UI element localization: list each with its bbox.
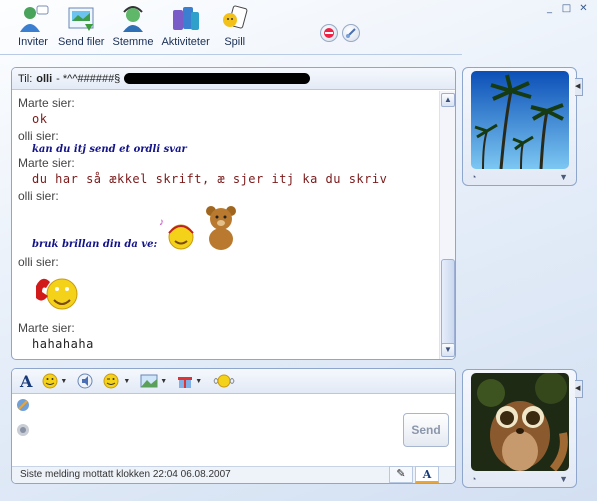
speaker-icon: [77, 373, 93, 389]
toolbar-separator: [0, 54, 462, 64]
message-sender: Marte sier:: [18, 156, 75, 170]
font-icon: A: [20, 371, 33, 391]
contact-picture-frame: ◔ ▼ ◀: [462, 67, 583, 186]
message-sender: olli sier:: [18, 189, 59, 203]
block-icon[interactable]: [320, 24, 338, 42]
message-text: ok: [32, 112, 48, 126]
contact-menu-icon[interactable]: ◔: [471, 172, 476, 182]
text-mode-tab[interactable]: A: [415, 466, 439, 483]
input-mode-tabs: ✎ A: [389, 466, 439, 483]
scroll-thumb[interactable]: [441, 259, 455, 349]
music-smiley-icon: ♪: [157, 211, 201, 254]
compose-side-icons: [15, 397, 31, 441]
activities-button[interactable]: Aktiviteter: [161, 4, 210, 48]
voice-label: Stemme: [112, 36, 154, 48]
to-label: Til:: [18, 72, 33, 85]
font-button[interactable]: A: [20, 372, 32, 391]
minimize-button[interactable]: _: [542, 3, 557, 16]
voice-clip-button[interactable]: [77, 373, 93, 389]
compose-toolbar: A ▼ ▼ ▼ ▼: [12, 369, 455, 394]
background-icon[interactable]: [342, 24, 360, 42]
message-text: du har så ækkel skrift, æ sjer itj ka du…: [32, 172, 388, 186]
teddy-bear-icon: [201, 203, 241, 254]
games-button[interactable]: Spill: [218, 4, 252, 48]
invite-icon: [16, 4, 50, 34]
send-button[interactable]: Send: [403, 413, 449, 447]
redacted-area: [124, 73, 311, 84]
contact-status: - *^^######§: [56, 72, 121, 85]
voice-button[interactable]: Stemme: [112, 4, 153, 48]
close-button[interactable]: ✕: [576, 3, 591, 16]
handwriting-mode-tab[interactable]: ✎: [389, 466, 413, 483]
window-controls: _ □ ✕: [542, 3, 591, 16]
emoticon-row: [18, 270, 433, 320]
nudge-icon: [213, 374, 235, 388]
handwriting-row: bruk brillan din da ve: ♪: [18, 204, 433, 254]
activities-icon: [169, 4, 203, 34]
games-label: Spill: [224, 36, 246, 48]
games-icon: [218, 4, 252, 34]
send-files-button[interactable]: Send filer: [58, 4, 104, 48]
smiley-icon: [42, 373, 58, 389]
message-sender: olli sier:: [18, 255, 59, 269]
background-picker-button[interactable]: ▼: [140, 374, 167, 388]
scroll-down-button[interactable]: ▼: [441, 343, 455, 357]
contact-name[interactable]: olli: [36, 73, 52, 85]
message-sender: olli sier:: [18, 129, 59, 143]
own-display-picture[interactable]: [471, 373, 569, 471]
own-menu-icon[interactable]: ◔: [471, 474, 476, 484]
emoticon-button[interactable]: ▼: [42, 373, 67, 389]
handwriting-pen-icon[interactable]: [15, 397, 31, 416]
contact-display-picture[interactable]: [471, 71, 569, 169]
last-message-status: Siste melding mottatt klokken 22:04 06.0…: [20, 469, 231, 480]
collapse-arrow-icon[interactable]: ◀: [575, 78, 583, 96]
ink-icon[interactable]: [15, 422, 31, 441]
to-bar: Til: olli - *^^######§: [12, 68, 455, 90]
handwriting-message: kan du itj send et ordli svar: [32, 144, 187, 155]
handwriting-message: bruk brillan din da ve:: [32, 239, 158, 250]
nudge-button[interactable]: [212, 373, 236, 389]
scroll-up-button[interactable]: ▲: [441, 93, 455, 107]
message-sender: Marte sier:: [18, 96, 75, 110]
gift-icon: [178, 377, 193, 388]
invite-button[interactable]: Inviter: [16, 4, 50, 48]
svg-text:♪: ♪: [159, 217, 164, 228]
wink-button[interactable]: ▼: [103, 373, 130, 389]
voice-icon: [116, 4, 150, 34]
chevron-down-icon[interactable]: ▼: [559, 172, 568, 182]
message-sender: Marte sier:: [18, 321, 75, 335]
extra-toolbar-icons: [320, 24, 360, 42]
chevron-down-icon: ▼: [60, 377, 68, 385]
message-history[interactable]: Marte sier: ok olli sier: kan du itj sen…: [12, 91, 439, 359]
activities-label: Aktiviteter: [161, 36, 210, 48]
gift-button[interactable]: ▼: [177, 373, 202, 389]
compose-panel: A ▼ ▼ ▼ ▼ Send Siste melding mottatt klo…: [11, 368, 456, 484]
chevron-down-icon: ▼: [160, 377, 168, 385]
maximize-button[interactable]: □: [559, 3, 574, 16]
conversation-panel: Til: olli - *^^######§ Marte sier: ok ol…: [11, 67, 456, 360]
send-files-icon: [64, 4, 98, 34]
history-scrollbar[interactable]: ▲ ▼: [439, 91, 455, 359]
message-text: hahahaha: [32, 337, 94, 351]
chevron-down-icon[interactable]: ▼: [559, 474, 568, 484]
collapse-arrow-icon[interactable]: ◀: [575, 380, 583, 398]
chevron-down-icon: ▼: [123, 377, 131, 385]
contact-picture-bar: ◔ ▼: [471, 171, 568, 183]
picture-icon: [140, 374, 158, 388]
phone-smiley-icon: [32, 270, 433, 319]
message-input[interactable]: [34, 395, 405, 465]
chevron-down-icon: ▼: [195, 377, 203, 385]
send-files-label: Send filer: [58, 36, 105, 48]
invite-label: Inviter: [18, 36, 48, 48]
own-picture-bar: ◔ ▼: [471, 473, 568, 485]
own-picture-frame: ◔ ▼ ◀: [462, 369, 583, 488]
wink-icon: [103, 373, 119, 389]
main-toolbar: Inviter Send filer Stemme Aktiviteter Sp…: [16, 4, 252, 48]
